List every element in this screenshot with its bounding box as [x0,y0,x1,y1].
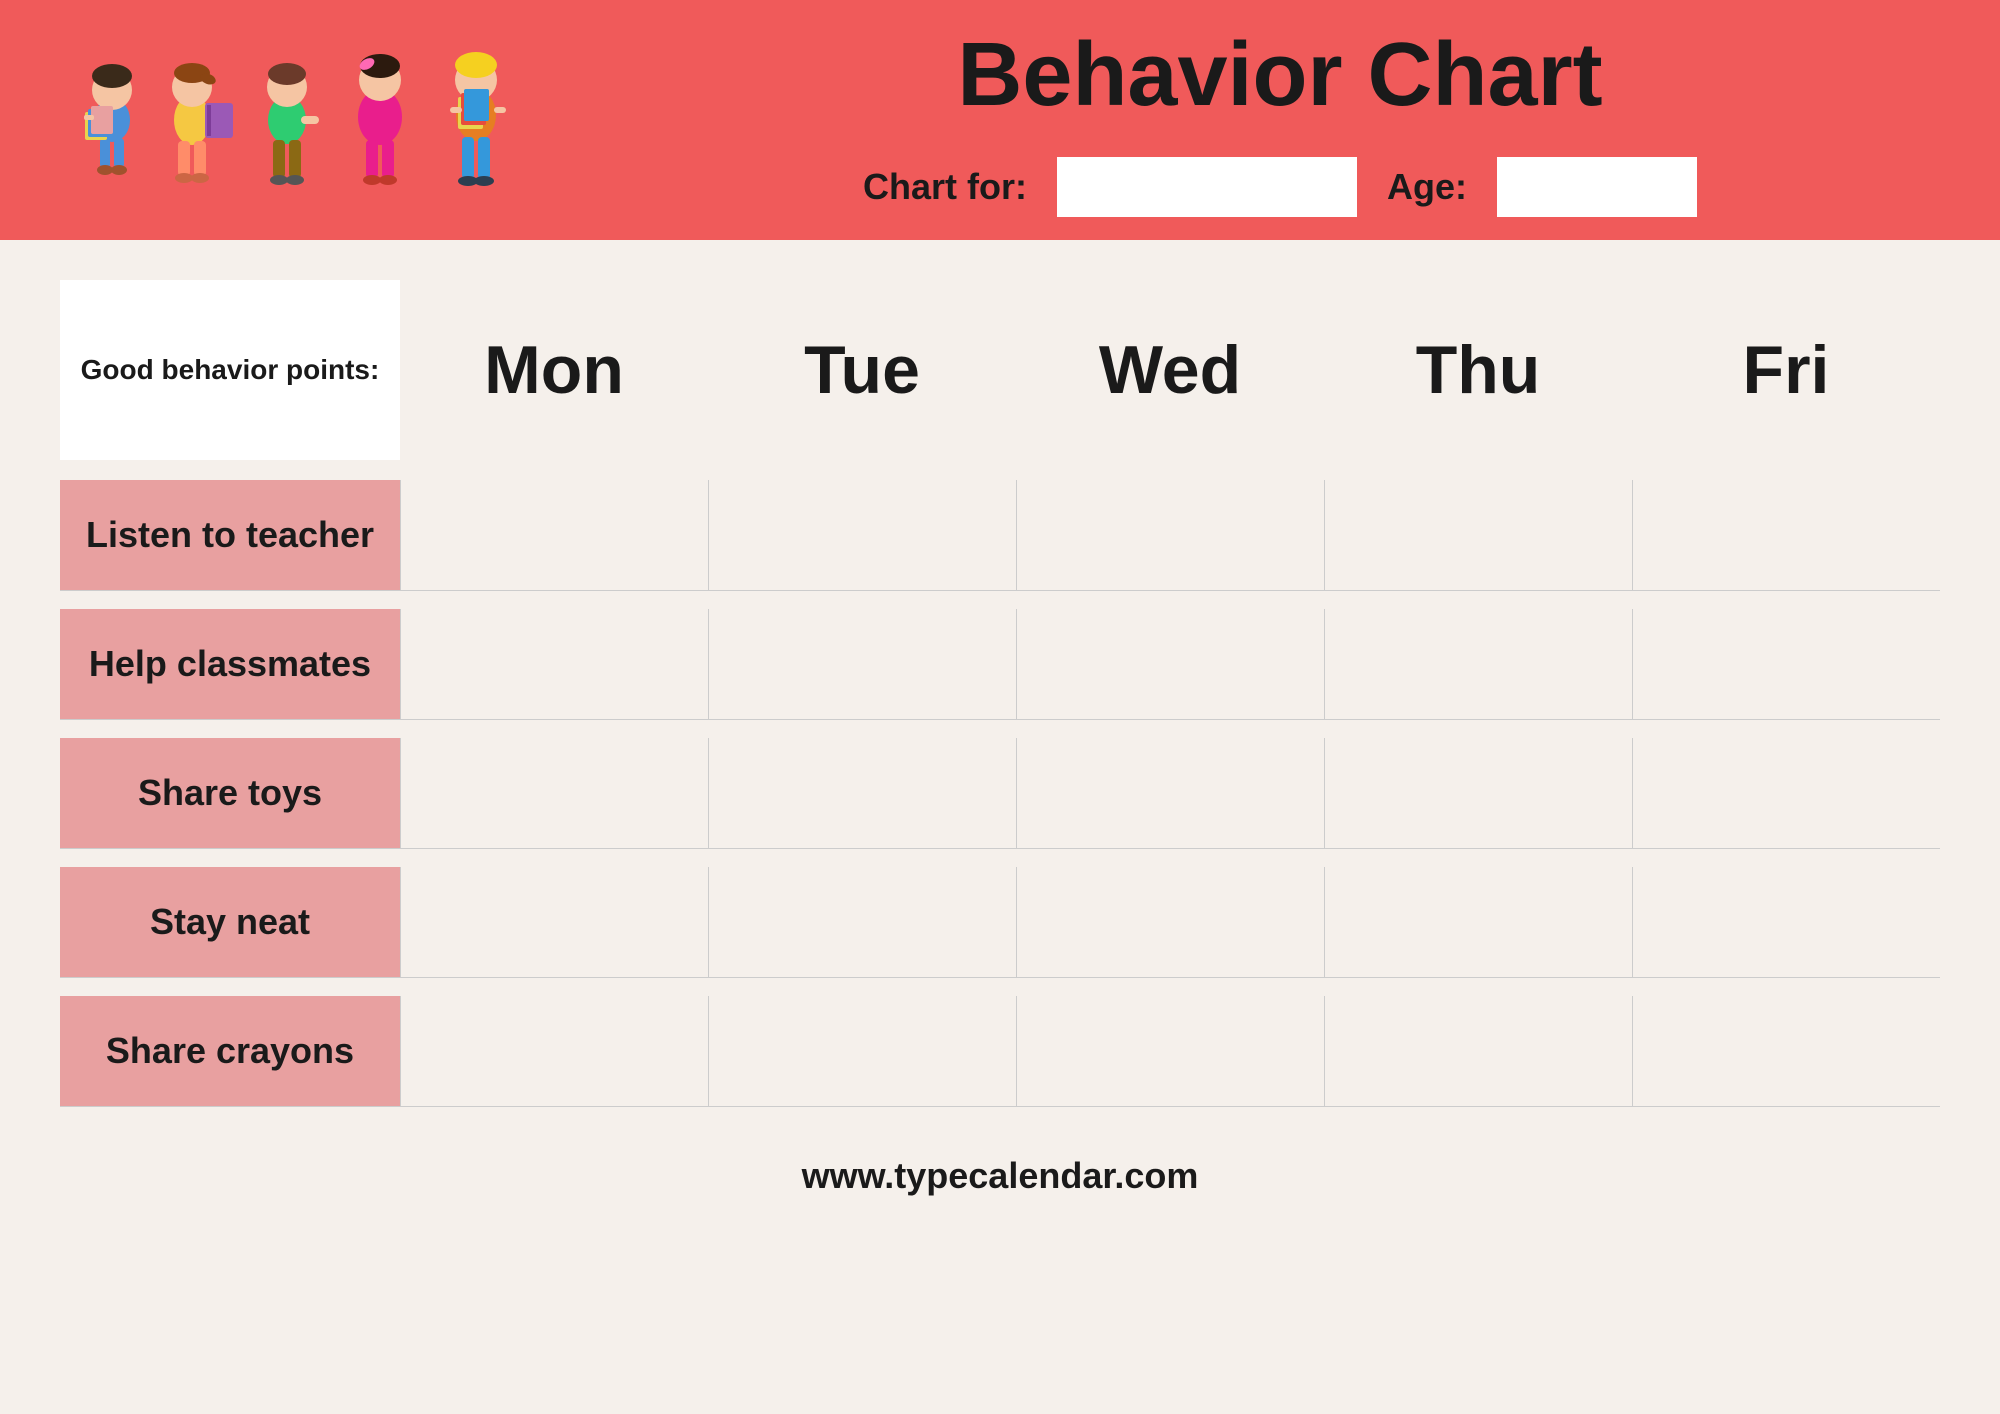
behavior-cell-2-thu[interactable] [1324,609,1632,719]
kids-illustration [60,20,580,220]
behavior-cell-5-thu[interactable] [1324,996,1632,1106]
behavior-row-3: Share toys [60,738,1940,849]
behavior-cell-4-thu[interactable] [1324,867,1632,977]
behavior-cell-1-fri[interactable] [1632,480,1940,590]
behavior-cell-5-wed[interactable] [1016,996,1324,1106]
days-header-row: Good behavior points: Mon Tue Wed Thu Fr… [60,280,1940,460]
day-header-thu: Thu [1324,280,1632,460]
header-section: Behavior Chart Chart for: Age: [0,0,2000,240]
behavior-row-4: Stay neat [60,867,1940,978]
day-header-mon: Mon [400,280,708,460]
chart-for-label: Chart for: [863,166,1027,208]
main-content: Good behavior points: Mon Tue Wed Thu Fr… [0,240,2000,1287]
behavior-cell-4-wed[interactable] [1016,867,1324,977]
behavior-cell-3-thu[interactable] [1324,738,1632,848]
behavior-cell-3-wed[interactable] [1016,738,1324,848]
behavior-cell-1-mon[interactable] [400,480,708,590]
behavior-cell-1-wed[interactable] [1016,480,1324,590]
behavior-cell-2-fri[interactable] [1632,609,1940,719]
behavior-header-label: Good behavior points: [60,280,400,460]
behavior-cell-2-mon[interactable] [400,609,708,719]
age-label: Age: [1387,166,1467,208]
behavior-label-4: Stay neat [60,867,400,977]
behavior-cell-3-tue[interactable] [708,738,1016,848]
behavior-label-1: Listen to teacher [60,480,400,590]
behavior-cell-2-tue[interactable] [708,609,1016,719]
age-input[interactable] [1497,157,1697,217]
header-right: Behavior Chart Chart for: Age: [580,24,1940,217]
behavior-label-5: Share crayons [60,996,400,1106]
behavior-label-3: Share toys [60,738,400,848]
behavior-label-2: Help classmates [60,609,400,719]
day-header-wed: Wed [1016,280,1324,460]
chart-for-input[interactable] [1057,157,1357,217]
behavior-cell-4-mon[interactable] [400,867,708,977]
behavior-cell-5-tue[interactable] [708,996,1016,1106]
chart-title: Behavior Chart [957,24,1602,127]
behavior-cell-5-fri[interactable] [1632,996,1940,1106]
behavior-cell-1-thu[interactable] [1324,480,1632,590]
chart-meta: Chart for: Age: [863,157,1697,217]
day-header-fri: Fri [1632,280,1940,460]
behavior-row-2: Help classmates [60,609,1940,720]
behavior-cell-5-mon[interactable] [400,996,708,1106]
footer-url: www.typecalendar.com [802,1155,1199,1196]
behavior-cell-2-wed[interactable] [1016,609,1324,719]
behavior-cell-3-fri[interactable] [1632,738,1940,848]
footer: www.typecalendar.com [60,1125,1940,1227]
behavior-row-5: Share crayons [60,996,1940,1107]
behavior-cell-3-mon[interactable] [400,738,708,848]
behavior-cell-4-tue[interactable] [708,867,1016,977]
day-header-tue: Tue [708,280,1016,460]
behavior-row-1: Listen to teacher [60,480,1940,591]
behavior-cell-4-fri[interactable] [1632,867,1940,977]
behavior-cell-1-tue[interactable] [708,480,1016,590]
